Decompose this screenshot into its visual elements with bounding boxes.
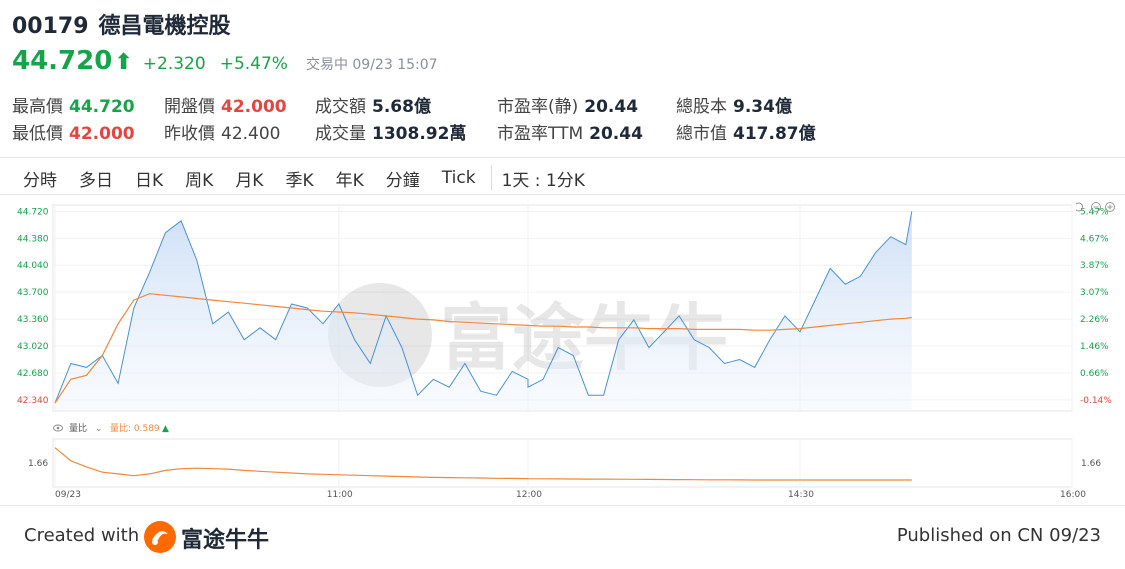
y-tick-label: 44.380 xyxy=(17,234,49,244)
stat-label: 成交額 xyxy=(315,97,366,117)
tab-separator xyxy=(490,165,492,191)
y-tick-label: 42.340 xyxy=(17,396,49,406)
y-tick-label: 43.360 xyxy=(17,315,49,325)
y-tick-pct-label: 0.66% xyxy=(1080,369,1109,379)
x-tick-label: 14:30 xyxy=(788,490,814,500)
stat-value: 20.44 xyxy=(589,124,643,144)
y-tick-pct-label: 4.67% xyxy=(1080,234,1109,244)
stat-high: 最高價 44.720 xyxy=(12,92,135,117)
stat-value: 417.87億 xyxy=(733,124,816,144)
tab-yearly-k[interactable]: 年K xyxy=(325,166,375,191)
footer: Created with 富途牛牛 Published on CN 09/23 xyxy=(0,505,1125,569)
y-axis-right: 5.47% 4.67% 3.87% 3.07% 2.26% 1.46% 0.66% -0.14… xyxy=(1080,207,1112,406)
tab-quarterly-k[interactable]: 季K xyxy=(274,166,324,191)
stat-pe-static: 市盈率(静) 20.44 xyxy=(497,92,638,117)
stat-label: 最低價 xyxy=(12,124,63,144)
y-tick-label: 44.040 xyxy=(17,261,49,271)
stat-open: 開盤價 42.000 xyxy=(164,92,287,117)
stat-value: 5.68億 xyxy=(372,97,431,117)
volume-panel-frame xyxy=(52,438,1073,488)
stat-pe-ttm: 市盈率TTM 20.44 xyxy=(497,119,643,144)
stat-label: 開盤價 xyxy=(164,97,215,117)
y-tick-pct-label: 5.47% xyxy=(1080,207,1109,217)
tab-intraday[interactable]: 分時 xyxy=(12,166,68,191)
chart-tabs: 分時 多日 日K 周K 月K 季K 年K 分鐘 Tick 1天 : 1分K xyxy=(12,164,585,192)
stat-prev-close: 昨收價 42.400 xyxy=(164,119,280,144)
stat-value: 44.720 xyxy=(69,97,135,117)
x-axis: 09/23 11:00 12:00 14:30 16:00 xyxy=(55,490,1086,500)
chevron-down-icon[interactable]: ⌄ xyxy=(95,424,103,434)
stat-label: 市盈率TTM xyxy=(497,124,584,144)
tab-tick[interactable]: Tick xyxy=(431,168,487,188)
volume-ratio-label: 量比 xyxy=(69,422,87,434)
stat-low: 最低價 42.000 xyxy=(12,119,135,144)
x-tick-label: 09/23 xyxy=(55,490,81,500)
stat-label: 最高價 xyxy=(12,97,63,117)
stat-value: 42.000 xyxy=(221,97,287,117)
stat-label: 昨收價 xyxy=(164,124,215,144)
y-tick-label: 42.680 xyxy=(17,369,49,379)
eye-icon[interactable] xyxy=(53,424,63,432)
price-change-pct: +5.47% xyxy=(219,54,288,74)
y-tick-pct-label: 3.07% xyxy=(1080,288,1109,298)
y-tick-label: 43.020 xyxy=(17,342,49,352)
stat-label: 市盈率(静) xyxy=(497,97,579,117)
trading-status: 交易中 09/23 15:07 xyxy=(305,57,438,73)
stat-value: 42.400 xyxy=(221,124,281,144)
stock-code: 00179 xyxy=(12,14,89,39)
last-price: 44.720 xyxy=(12,46,113,76)
published-text: Published on CN 09/23 xyxy=(896,525,1101,546)
brand-name: 富途牛牛 xyxy=(181,528,270,553)
y-tick-label: 44.720 xyxy=(17,207,49,217)
stat-label: 總市值 xyxy=(676,124,727,144)
y-tick-pct-label: -0.14% xyxy=(1080,396,1112,406)
stock-header: 00179 德昌電機控股 44.720 ⬆ +2.320 +5.47% 交易中 … xyxy=(12,8,1112,76)
volume-ratio-legend: 量比: 0.589 xyxy=(110,422,160,434)
stock-name: 德昌電機控股 xyxy=(98,14,231,39)
price-change: +2.320 xyxy=(142,54,206,74)
y-tick-pct-label: 1.46% xyxy=(1080,342,1109,352)
tab-monthly-k[interactable]: 月K xyxy=(224,166,274,191)
interval-selector[interactable]: 1天 : 1分K xyxy=(496,166,585,191)
x-tick-label: 12:00 xyxy=(516,490,542,500)
stat-value: 9.34億 xyxy=(733,97,792,117)
tab-minute[interactable]: 分鐘 xyxy=(375,166,431,191)
stat-turnover: 成交額 5.68億 xyxy=(315,92,431,117)
y-tick-pct-label: 2.26% xyxy=(1080,315,1109,325)
stat-total-shares: 總股本 9.34億 xyxy=(676,92,792,117)
volume-tick-left: 1.66 xyxy=(28,459,48,469)
futu-logo-icon xyxy=(144,521,176,553)
volume-tick-right: 1.66 xyxy=(1081,459,1101,469)
stat-value: 1308.92萬 xyxy=(372,124,467,144)
stat-label: 成交量 xyxy=(315,124,366,144)
tab-daily-k[interactable]: 日K xyxy=(124,166,174,191)
created-with-text: Created with xyxy=(24,525,140,546)
y-tick-pct-label: 3.87% xyxy=(1080,261,1109,271)
tab-multi-day[interactable]: 多日 xyxy=(68,166,124,191)
intraday-chart[interactable]: 富途牛牛 44.72044.38044.04043.70043.36043.02… xyxy=(0,195,1125,505)
stat-volume: 成交量 1308.92萬 xyxy=(315,119,466,144)
x-tick-label: 16:00 xyxy=(1060,490,1086,500)
triangle-up-icon: ▲ xyxy=(162,424,169,434)
stat-value: 42.000 xyxy=(69,124,135,144)
tab-weekly-k[interactable]: 周K xyxy=(174,166,224,191)
y-axis-left: 44.720 44.380 44.040 43.700 43.360 43.020 42.6… xyxy=(17,207,49,406)
stat-label: 總股本 xyxy=(676,97,727,117)
volume-ratio-line xyxy=(54,447,912,481)
stat-market-cap: 總市值 417.87億 xyxy=(676,119,816,144)
stat-value: 20.44 xyxy=(584,97,639,117)
y-tick-label: 43.700 xyxy=(17,288,49,298)
up-arrow-icon: ⬆ xyxy=(114,50,133,75)
x-tick-label: 11:00 xyxy=(327,490,353,500)
divider xyxy=(0,157,1125,158)
